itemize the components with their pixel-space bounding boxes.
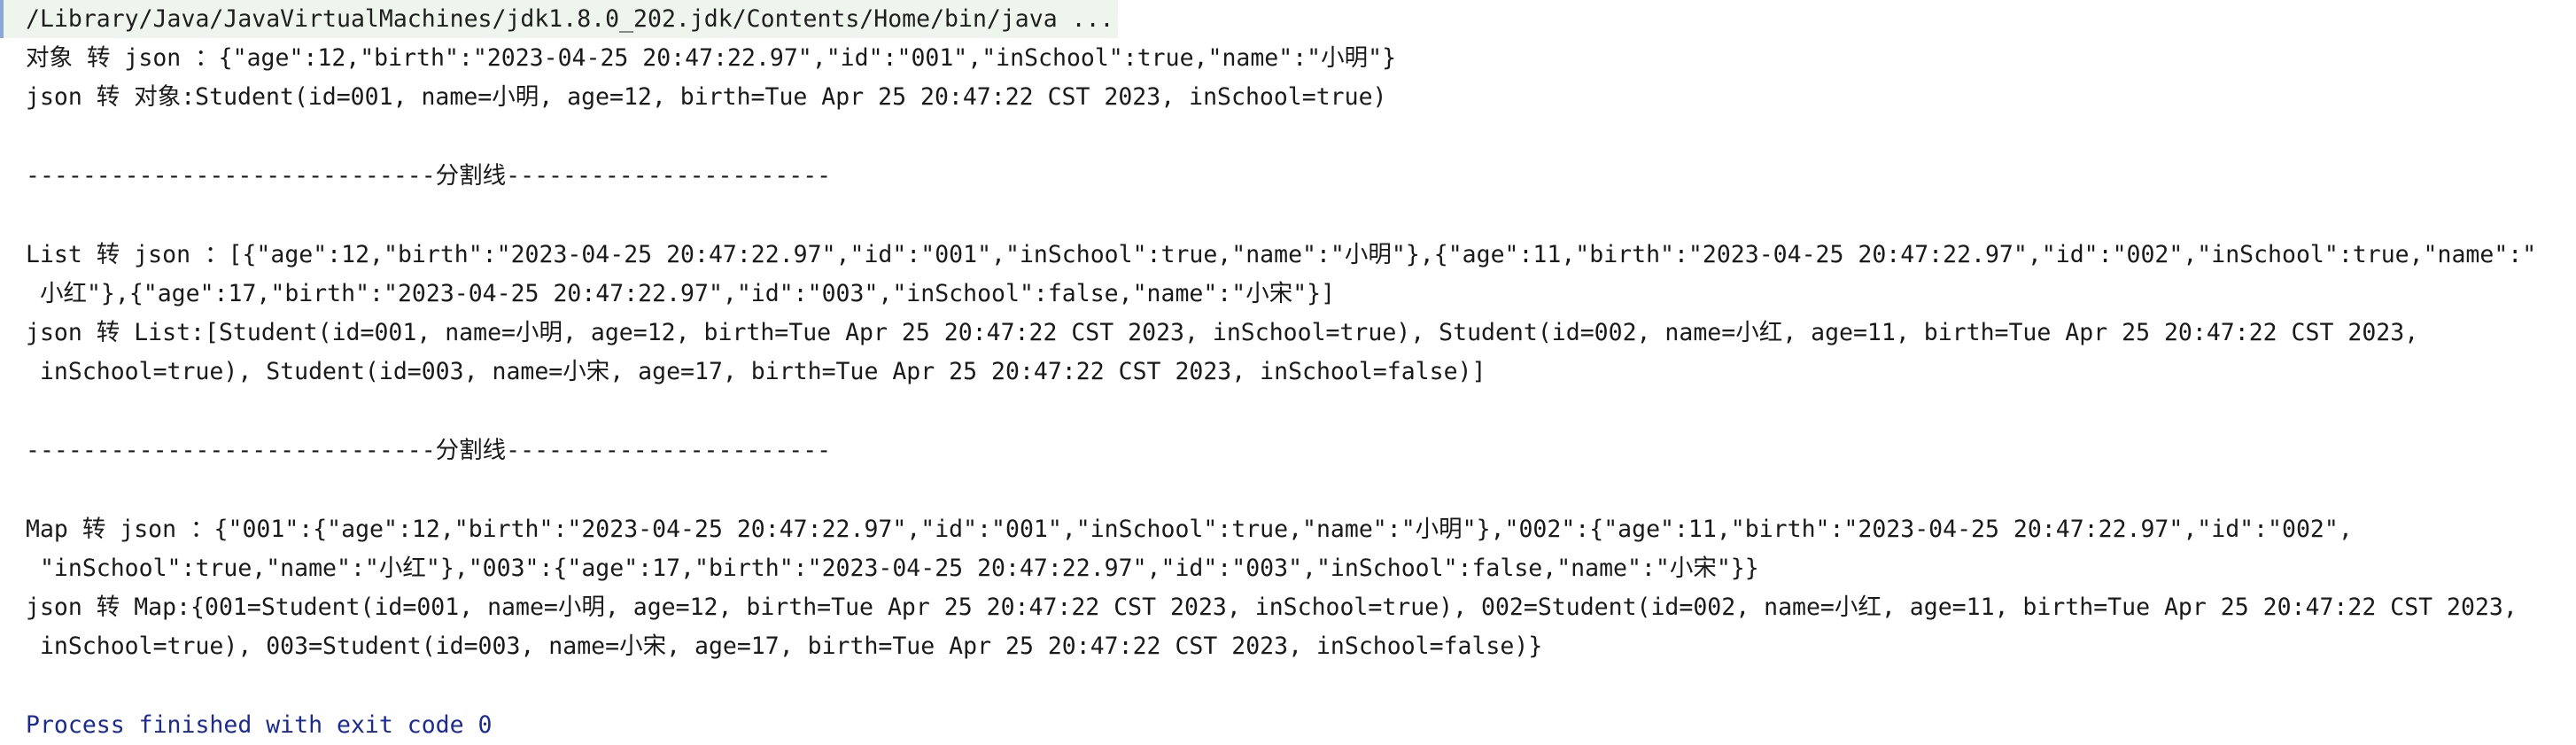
output-line: List 转 json ：[{"age":12,"birth":"2023-04… [26, 241, 2537, 268]
output-line: "inSchool":true,"name":"小红"},"003":{"age… [26, 555, 1759, 582]
output-line: json 转 List:[Student(id=001, name=小明, ag… [26, 319, 2419, 346]
output-line: inSchool=true), Student(id=003, name=小宋,… [26, 358, 1486, 385]
output-line: json 转 Map:{001=Student(id=001, name=小明,… [26, 594, 2518, 621]
run-console-output[interactable]: /Library/Java/JavaVirtualMachines/jdk1.8… [0, 0, 2576, 744]
process-exit-message: Process finished with exit code 0 [26, 711, 493, 739]
output-line: 小红"},{"age":17,"birth":"2023-04-25 20:47… [26, 280, 1336, 307]
separator-line: -----------------------------分割线--------… [26, 162, 832, 190]
output-line: Map 转 json ：{"001":{"age":12,"birth":"20… [26, 516, 2353, 543]
command-line-marker [0, 0, 4, 38]
java-command-line[interactable]: /Library/Java/JavaVirtualMachines/jdk1.8… [26, 0, 1114, 39]
output-line: inSchool=true), 003=Student(id=003, name… [26, 632, 1543, 660]
output-line: 对象 转 json ：{"age":12,"birth":"2023-04-25… [26, 44, 1397, 72]
output-line: json 转 对象:Student(id=001, name=小明, age=1… [26, 83, 1387, 111]
separator-line: -----------------------------分割线--------… [26, 437, 832, 464]
